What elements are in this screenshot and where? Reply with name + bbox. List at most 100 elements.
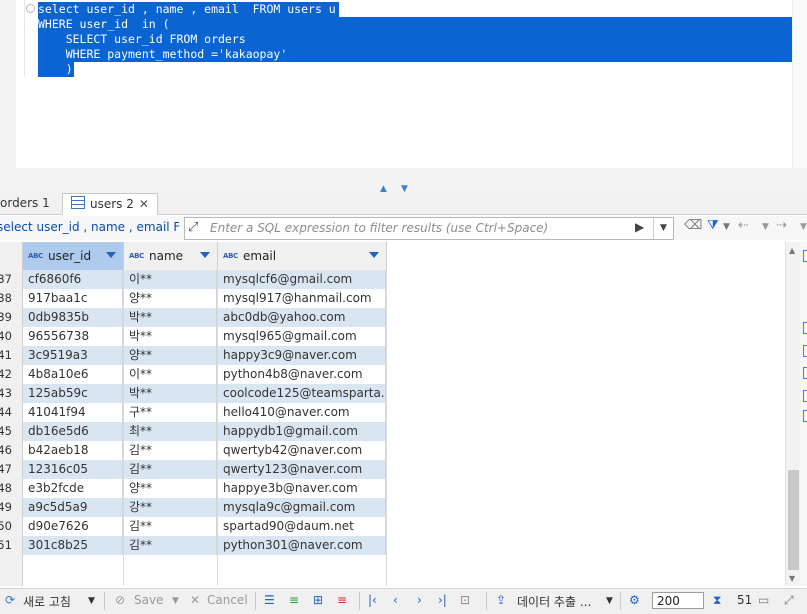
export-dropdown-icon[interactable]: ▼ [606, 596, 613, 606]
cell-user-id[interactable]: 41041f94 [23, 403, 123, 422]
forward-icon[interactable]: ⇢ [776, 218, 787, 233]
table-row[interactable]: 47 12316c05김**qwerty123@naver.com [0, 460, 387, 479]
cell-email[interactable]: qwertyb42@naver.com [218, 441, 386, 460]
cell-user-id[interactable]: cf6860f6 [23, 270, 123, 289]
table-row[interactable]: 42 4b8a10e6이**python4b8@naver.com [0, 365, 387, 384]
cell-email[interactable]: hello410@naver.com [218, 403, 386, 422]
cell-name[interactable]: 박** [124, 327, 217, 346]
save-icon[interactable]: ⊘ [115, 593, 125, 607]
export-data-button[interactable]: 데이터 추출 ... [517, 593, 591, 610]
filter-icon[interactable]: ⧩ [707, 218, 719, 233]
column-header-name[interactable]: ABC name [124, 242, 218, 270]
panel-toggle-icon[interactable] [803, 250, 807, 262]
table-row[interactable]: 51 301c8b25김**python301@naver.com [0, 536, 387, 555]
cell-name[interactable]: 박** [124, 308, 217, 327]
cell-name[interactable]: 이** [124, 365, 217, 384]
cell-name[interactable]: 이** [124, 270, 217, 289]
sql-line-5[interactable]: ) [38, 62, 74, 77]
table-row[interactable]: 49 a9c5d5a9강**mysqla9c@gmail.com [0, 498, 387, 517]
cell-name[interactable]: 박** [124, 384, 217, 403]
tab-users-2[interactable]: users 2 ✕ [62, 193, 158, 215]
calc-icon[interactable] [803, 410, 807, 422]
back-dropdown-icon[interactable]: ▼ [762, 222, 769, 232]
cell-user-id[interactable]: 0db9835b [23, 308, 123, 327]
cell-user-id[interactable]: 917baa1c [23, 289, 123, 308]
panel-layout-icon[interactable]: ▭ [758, 593, 769, 607]
cell-email[interactable]: mysqla9c@gmail.com [218, 498, 386, 517]
last-page-icon[interactable]: ›| [438, 593, 447, 607]
cell-user-id[interactable]: 125ab59c [23, 384, 123, 403]
cell-user-id[interactable]: 4b8a10e6 [23, 365, 123, 384]
table-row[interactable]: 48 e3b2fcde양**happye3b@naver.com [0, 479, 387, 498]
expand-icon[interactable]: ⤢ [188, 220, 198, 235]
cell-email[interactable]: happy3c9@naver.com [218, 346, 386, 365]
sql-line-3[interactable]: SELECT user_id FROM orders [38, 32, 807, 47]
scroll-down-icon[interactable]: ▼ [789, 574, 795, 583]
cell-name[interactable]: 양** [124, 346, 217, 365]
apply-filter-icon[interactable]: ▶ [635, 220, 644, 234]
table-row[interactable]: 46 b42aeb18김**qwertyb42@naver.com [0, 441, 387, 460]
fold-toggle-icon[interactable] [26, 4, 35, 13]
previous-page-icon[interactable]: ‹ [393, 593, 398, 607]
cell-user-id[interactable]: d90e7626 [23, 517, 123, 536]
cell-name[interactable]: 김** [124, 517, 217, 536]
cell-user-id[interactable]: 301c8b25 [23, 536, 123, 555]
gear-icon[interactable]: ⚙ [629, 593, 640, 607]
cell-email[interactable]: mysql917@hanmail.com [218, 289, 386, 308]
cell-name[interactable]: 구** [124, 403, 217, 422]
table-row[interactable]: 39 0db9835b박**abc0db@yahoo.com [0, 308, 387, 327]
refresh-dropdown-icon[interactable]: ▼ [88, 596, 95, 606]
table-row[interactable]: 37 cf6860f6이**mysqlcf6@gmail.com [0, 270, 387, 289]
cell-email[interactable]: abc0db@yahoo.com [218, 308, 386, 327]
export-icon[interactable]: ⇪ [496, 593, 506, 607]
sort-arrow-icon[interactable] [106, 252, 116, 258]
cell-email[interactable]: coolcode125@teamsparta.co [218, 384, 386, 403]
table-row[interactable]: 50 d90e7626김**spartad90@daum.net [0, 517, 387, 536]
back-icon[interactable]: ⇠ [738, 218, 749, 233]
record-view-icon[interactable] [803, 367, 807, 379]
table-row[interactable]: 45 db16e5d6최**happydb1@gmail.com [0, 422, 387, 441]
cell-user-id[interactable]: e3b2fcde [23, 479, 123, 498]
properties-icon[interactable] [803, 390, 807, 402]
grid-vertical-scrollbar[interactable]: ▲ ▼ [785, 242, 801, 586]
cell-user-id[interactable]: a9c5d5a9 [23, 498, 123, 517]
table-row[interactable]: 41 3c9519a3양**happy3c9@naver.com [0, 346, 387, 365]
cell-email[interactable]: python301@naver.com [218, 536, 386, 555]
editor-scrollbar[interactable] [792, 0, 807, 168]
delete-row-icon[interactable]: ≡ [337, 593, 347, 607]
save-dropdown-icon[interactable]: ▼ [172, 596, 179, 606]
cancel-icon[interactable]: ✕ [190, 593, 200, 607]
cell-user-id[interactable]: db16e5d6 [23, 422, 123, 441]
add-row-icon[interactable]: ≡ [289, 593, 299, 607]
edit-row-icon[interactable]: ☰ [264, 593, 275, 607]
cell-name[interactable]: 김** [124, 460, 217, 479]
column-header-user-id[interactable]: ABC user_id [23, 242, 124, 270]
table-row[interactable]: 38 917baa1c양**mysql917@hanmail.com [0, 289, 387, 308]
cell-email[interactable]: mysqlcf6@gmail.com [218, 270, 386, 289]
fetch-all-icon[interactable]: ⊡ [460, 593, 470, 607]
maximize-icon[interactable]: ⤢ [784, 593, 794, 608]
forward-dropdown-icon[interactable]: ▼ [800, 222, 807, 232]
table-row[interactable]: 40 96556738박**mysql965@gmail.com [0, 327, 387, 346]
table-row[interactable]: 44 41041f94구**hello410@naver.com [0, 403, 387, 422]
tab-orders-1[interactable]: orders 1 [0, 193, 58, 213]
cell-name[interactable]: 김** [124, 536, 217, 555]
result-grid[interactable]: ABC user_id ABC name ABC email 37 cf6860f… [0, 242, 785, 586]
cell-email[interactable]: mysql965@gmail.com [218, 327, 386, 346]
table-row[interactable]: 43 125ab59c박**coolcode125@teamsparta.co [0, 384, 387, 403]
cell-email[interactable]: spartad90@daum.net [218, 517, 386, 536]
cell-name[interactable]: 양** [124, 289, 217, 308]
filter-history-dropdown-icon[interactable]: ▼ [653, 218, 673, 239]
fetch-size-input[interactable]: 200 [652, 592, 704, 609]
cell-name[interactable]: 양** [124, 479, 217, 498]
sql-line-4[interactable]: WHERE payment_method ='kakaopay' [38, 47, 807, 62]
cell-name[interactable]: 김** [124, 441, 217, 460]
scroll-thumb[interactable] [788, 470, 799, 570]
cell-user-id[interactable]: 96556738 [23, 327, 123, 346]
first-page-icon[interactable]: |‹ [368, 593, 377, 607]
cell-user-id[interactable]: 3c9519a3 [23, 346, 123, 365]
sql-line-2[interactable]: WHERE user_id in ( [38, 17, 807, 32]
next-page-icon[interactable]: › [417, 593, 422, 607]
sort-arrow-icon[interactable] [200, 252, 210, 258]
grid-view-icon[interactable] [803, 322, 807, 334]
